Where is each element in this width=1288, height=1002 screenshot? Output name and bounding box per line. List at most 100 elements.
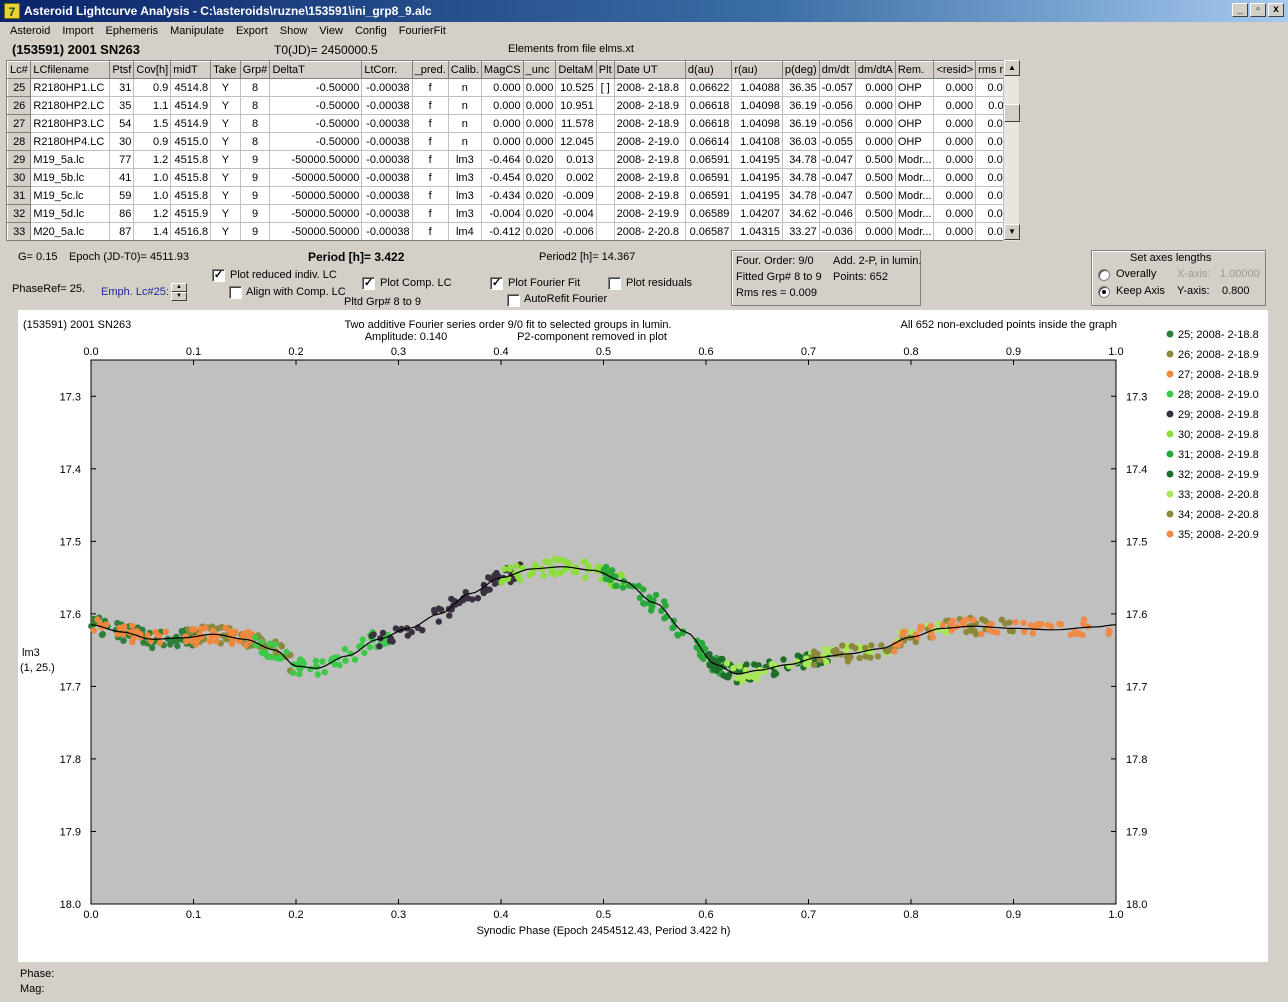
table-cell[interactable]: 4514.8 — [170, 78, 212, 97]
table-cell[interactable]: 2008- 2-19.0 — [614, 132, 686, 151]
table-cell[interactable]: -50000.50000 — [269, 150, 363, 169]
table-cell[interactable]: 2008- 2-18.9 — [614, 96, 686, 115]
column-header[interactable]: LtCorr. — [361, 61, 413, 79]
table-cell[interactable]: 1.5 — [133, 114, 172, 133]
table-cell[interactable]: [ ] — [596, 78, 615, 97]
table-row[interactable]: 25 R2180HP1.LC 31 0.9 4514.8 Y 8 -0.50000 -0.000… — [7, 78, 1018, 97]
table-cell[interactable]: 0.06614 — [685, 132, 733, 151]
table-row[interactable]: 33 M20_5a.lc 87 1.4 4516.8 Y 9 -50000.50000 -0.0… — [7, 222, 1018, 240]
table-row[interactable]: 32 M19_5d.lc 86 1.2 4515.9 Y 9 -50000.50000 -0.0… — [7, 204, 1018, 223]
table-cell[interactable]: 8 — [240, 96, 271, 115]
table-cell[interactable]: 9 — [240, 168, 271, 187]
table-cell[interactable]: 0.000 — [855, 114, 896, 133]
table-cell[interactable]: 0.06591 — [685, 150, 733, 169]
table-cell[interactable]: 8 — [240, 78, 271, 97]
table-cell[interactable]: 4515.8 — [170, 150, 212, 169]
table-cell[interactable]: 0.500 — [855, 186, 896, 205]
table-cell[interactable]: 36.19 — [782, 114, 820, 133]
table-cell[interactable]: 2008- 2-19.8 — [614, 168, 686, 187]
table-cell[interactable]: -0.056 — [819, 96, 856, 115]
row-header[interactable]: 30 — [7, 168, 32, 187]
table-cell[interactable]: -50000.50000 — [269, 204, 363, 223]
table-cell[interactable]: 10.951 — [555, 96, 597, 115]
table-cell[interactable]: 9 — [240, 222, 271, 240]
table-cell[interactable]: -0.412 — [481, 222, 524, 240]
table-cell[interactable]: 0.000 — [855, 96, 896, 115]
table-cell[interactable]: 1.4 — [133, 222, 172, 240]
column-header[interactable]: Lc# — [7, 61, 32, 79]
column-header[interactable]: <resid> — [933, 61, 977, 79]
table-cell[interactable]: Modr... — [895, 168, 935, 187]
table-cell[interactable]: 4514.9 — [170, 96, 212, 115]
table-cell[interactable]: n — [448, 114, 482, 133]
table-cell[interactable]: lm3 — [448, 150, 482, 169]
row-header[interactable]: 25 — [7, 78, 32, 97]
menu-config[interactable]: Config — [349, 23, 393, 41]
table-cell[interactable]: -0.50000 — [269, 132, 363, 151]
table-cell[interactable]: -0.047 — [819, 168, 856, 187]
table-cell[interactable]: Modr... — [895, 150, 935, 169]
table-cell[interactable]: 0.000 — [523, 114, 557, 133]
table-cell[interactable]: -0.004 — [481, 204, 524, 223]
table-cell[interactable]: 0.000 — [523, 78, 557, 97]
table-cell[interactable] — [596, 114, 615, 133]
table-cell[interactable]: -0.009 — [555, 186, 597, 205]
table-row[interactable]: 30 M19_5b.lc 41 1.0 4515.8 Y 9 -50000.50000 -0.0… — [7, 168, 1018, 187]
table-cell[interactable]: 77 — [109, 150, 135, 169]
row-header[interactable]: 31 — [7, 186, 32, 205]
table-cell[interactable]: 0.013 — [555, 150, 597, 169]
table-cell[interactable]: 0.06618 — [685, 96, 733, 115]
table-cell[interactable]: 0.000 — [933, 150, 977, 169]
table-cell[interactable]: -0.50000 — [269, 96, 363, 115]
table-cell[interactable]: lm3 — [448, 168, 482, 187]
table-cell[interactable]: 1.04098 — [731, 96, 783, 115]
table-cell[interactable]: 87 — [109, 222, 135, 240]
table-row[interactable]: 29 M19_5a.lc 77 1.2 4515.8 Y 9 -50000.50000 -0.0… — [7, 150, 1018, 169]
table-cell[interactable]: 4514.9 — [170, 114, 212, 133]
table-cell[interactable]: Y — [210, 168, 241, 187]
table-cell[interactable]: 0.500 — [855, 168, 896, 187]
table-cell[interactable]: 0.000 — [933, 132, 977, 151]
plot-reduced-checkbox[interactable]: ✓ — [212, 269, 225, 282]
table-cell[interactable]: 8 — [240, 114, 271, 133]
row-header[interactable]: 33 — [7, 222, 32, 240]
table-cell[interactable]: 0.500 — [855, 204, 896, 223]
table-cell[interactable]: 86 — [109, 204, 135, 223]
table-cell[interactable]: 10.525 — [555, 78, 597, 97]
table-cell[interactable]: -0.00038 — [361, 96, 413, 115]
table-cell[interactable]: 0.000 — [481, 132, 524, 151]
table-cell[interactable]: 0.000 — [523, 96, 557, 115]
table-cell[interactable]: -0.00038 — [361, 222, 413, 240]
table-cell[interactable]: 1.04315 — [731, 222, 783, 240]
table-cell[interactable]: 0.500 — [855, 150, 896, 169]
column-header[interactable]: LCfilename — [30, 61, 111, 79]
table-cell[interactable]: 1.04195 — [731, 150, 783, 169]
plot-residuals-checkbox[interactable] — [608, 277, 621, 290]
table-scrollbar[interactable]: ▲ ▼ — [1003, 60, 1020, 241]
table-cell[interactable]: Y — [210, 114, 241, 133]
table-cell[interactable]: 1.04108 — [731, 132, 783, 151]
table-cell[interactable]: 0.000 — [933, 78, 977, 97]
menu-import[interactable]: Import — [56, 23, 99, 41]
table-cell[interactable]: 0.06591 — [685, 186, 733, 205]
overally-radio[interactable] — [1098, 269, 1110, 281]
table-cell[interactable]: 0.000 — [855, 78, 896, 97]
column-header[interactable]: Grp# — [239, 61, 271, 79]
table-cell[interactable]: 4515.8 — [170, 168, 212, 187]
menu-ephemeris[interactable]: Ephemeris — [100, 23, 165, 41]
table-cell[interactable]: -0.055 — [819, 132, 856, 151]
table-cell[interactable]: 30 — [109, 132, 135, 151]
table-cell[interactable]: 2008- 2-18.8 — [614, 78, 686, 97]
table-cell[interactable]: 0.000 — [933, 168, 977, 187]
table-cell[interactable]: 0.020 — [523, 168, 557, 187]
table-cell[interactable]: -0.047 — [819, 150, 856, 169]
table-cell[interactable]: 1.04098 — [731, 114, 783, 133]
table-cell[interactable]: 34.78 — [782, 168, 820, 187]
table-cell[interactable]: 41 — [109, 168, 135, 187]
table-cell[interactable] — [596, 132, 615, 151]
spin-up-icon[interactable]: ▲ — [171, 283, 187, 292]
table-cell[interactable]: -0.454 — [481, 168, 524, 187]
table-cell[interactable]: 2008- 2-19.8 — [614, 150, 686, 169]
table-cell[interactable]: -0.00038 — [361, 114, 413, 133]
column-header[interactable]: DeltaT — [269, 61, 363, 79]
